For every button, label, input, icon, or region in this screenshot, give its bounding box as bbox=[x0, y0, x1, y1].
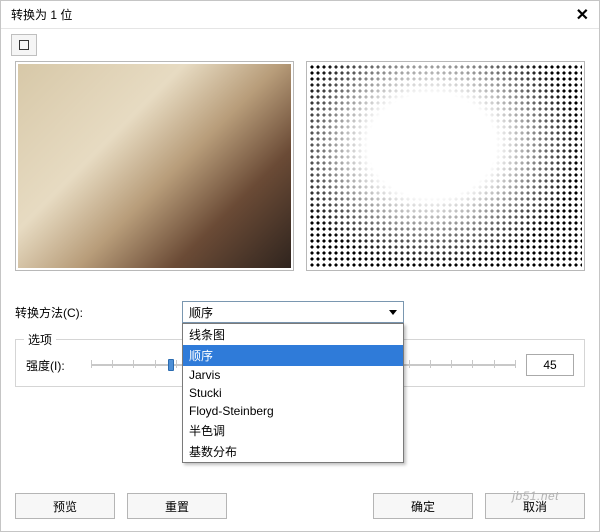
method-selected: 顺序 bbox=[189, 304, 213, 321]
preview-original[interactable] bbox=[15, 61, 294, 271]
method-option-lines[interactable]: 线条图 bbox=[183, 324, 403, 345]
reset-button[interactable]: 重置 bbox=[127, 493, 227, 519]
preview-area bbox=[1, 61, 599, 295]
options-legend: 选项 bbox=[24, 331, 56, 348]
slider-knob[interactable] bbox=[168, 359, 174, 371]
method-option-stucki[interactable]: Stucki bbox=[183, 384, 403, 402]
intensity-input[interactable] bbox=[526, 354, 574, 376]
preview-button[interactable]: 预览 bbox=[15, 493, 115, 519]
method-option-jarvis[interactable]: Jarvis bbox=[183, 366, 403, 384]
method-option-halftone[interactable]: 半色调 bbox=[183, 420, 403, 441]
square-icon bbox=[19, 40, 29, 50]
window-title: 转换为 1 位 bbox=[11, 6, 72, 23]
close-icon[interactable]: ✕ bbox=[576, 5, 589, 25]
ok-button[interactable]: 确定 bbox=[373, 493, 473, 519]
titlebar: 转换为 1 位 ✕ bbox=[1, 1, 599, 29]
single-window-toggle[interactable] bbox=[11, 34, 37, 56]
method-option-ordered[interactable]: 顺序 bbox=[183, 345, 403, 366]
chevron-down-icon bbox=[389, 310, 397, 315]
method-label: 转换方法(C): bbox=[15, 304, 182, 321]
method-block: 转换方法(C): 顺序 线条图 顺序 Jarvis Stucki Floyd-S… bbox=[1, 295, 599, 335]
result-image bbox=[309, 64, 582, 268]
toolbar bbox=[1, 29, 599, 61]
convert-to-1bit-dialog: 转换为 1 位 ✕ 转换方法(C): 顺序 线条图 bbox=[0, 0, 600, 532]
method-combo-box[interactable]: 顺序 bbox=[182, 301, 404, 323]
original-image bbox=[18, 64, 291, 268]
preview-result[interactable] bbox=[306, 61, 585, 271]
method-option-floyd-steinberg[interactable]: Floyd-Steinberg bbox=[183, 402, 403, 420]
method-dropdown: 线条图 顺序 Jarvis Stucki Floyd-Steinberg 半色调… bbox=[182, 323, 404, 463]
method-combo[interactable]: 顺序 线条图 顺序 Jarvis Stucki Floyd-Steinberg … bbox=[182, 301, 404, 323]
halftone-pattern bbox=[309, 64, 582, 268]
method-option-cardinality[interactable]: 基数分布 bbox=[183, 441, 403, 462]
button-bar: 预览 重置 确定 取消 bbox=[1, 493, 599, 519]
cancel-button[interactable]: 取消 bbox=[485, 493, 585, 519]
intensity-label: 强度(I): bbox=[26, 357, 81, 374]
